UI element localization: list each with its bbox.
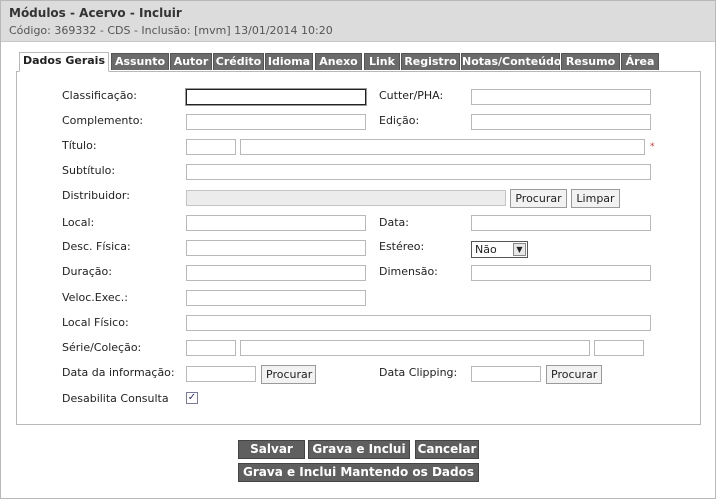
cutter-label: Cutter/PHA: — [379, 89, 444, 102]
complemento-input[interactable] — [186, 114, 366, 130]
tab-anexo[interactable]: Anexo — [315, 53, 362, 70]
titulo-label: Título: — [62, 139, 97, 152]
serie-prefix-input[interactable] — [186, 340, 236, 356]
tab-idioma[interactable]: Idioma — [265, 53, 313, 70]
local-fisico-label: Local Físico: — [62, 316, 129, 329]
desabilita-label: Desabilita Consulta — [62, 392, 169, 405]
distribuidor-limpar-button[interactable]: Limpar — [571, 189, 620, 208]
data-clipping-input[interactable] — [471, 366, 541, 382]
record-info: Código: 369332 - CDS - Inclusão: [mvm] 1… — [9, 24, 333, 37]
data-clipping-label: Data Clipping: — [379, 366, 458, 379]
salvar-button[interactable]: Salvar — [238, 440, 305, 459]
veloc-input[interactable] — [186, 290, 366, 306]
serie-input[interactable] — [240, 340, 590, 356]
data-info-label: Data da informação: — [62, 366, 175, 379]
tab-resumo[interactable]: Resumo — [561, 53, 620, 70]
local-label: Local: — [62, 216, 95, 229]
veloc-label: Veloc.Exec.: — [62, 291, 128, 304]
data-clipping-procurar-button[interactable]: Procurar — [546, 365, 602, 384]
tab-registro[interactable]: Registro — [401, 53, 460, 70]
cancelar-button[interactable]: Cancelar — [415, 440, 479, 459]
cutter-input[interactable] — [471, 89, 651, 105]
tab-autor[interactable]: Autor — [170, 53, 212, 70]
tab-area[interactable]: Área — [621, 53, 659, 70]
tab-dados-gerais[interactable]: Dados Gerais — [19, 52, 109, 72]
data-info-procurar-button[interactable]: Procurar — [261, 365, 316, 384]
window-frame: Módulos - Acervo - Incluir Código: 36933… — [0, 0, 716, 499]
desc-fisica-label: Desc. Física: — [62, 240, 131, 253]
grava-inclui-button[interactable]: Grava e Inclui — [308, 440, 410, 459]
tab-notas-conteudo[interactable]: Notas/Conteúdo — [461, 53, 561, 70]
distribuidor-procurar-button[interactable]: Procurar — [510, 189, 567, 208]
subtitulo-label: Subtítulo: — [62, 164, 116, 177]
tab-assunto[interactable]: Assunto — [111, 53, 169, 70]
estereo-value: Não — [475, 243, 497, 256]
edicao-input[interactable] — [471, 114, 651, 130]
edicao-label: Edição: — [379, 114, 420, 127]
desabilita-checkbox[interactable]: ✓ — [186, 392, 198, 404]
tab-credito[interactable]: Crédito — [213, 53, 264, 70]
duracao-input[interactable] — [186, 265, 366, 281]
tab-link[interactable]: Link — [364, 53, 400, 70]
estereo-select[interactable]: Não ▼ — [471, 241, 528, 258]
chevron-down-icon: ▼ — [513, 243, 526, 256]
grava-inclui-mantendo-button[interactable]: Grava e Inclui Mantendo os Dados — [238, 463, 479, 482]
subtitulo-input[interactable] — [186, 164, 651, 180]
required-mark: * — [650, 142, 655, 152]
complemento-label: Complemento: — [62, 114, 144, 127]
data-label: Data: — [379, 216, 409, 229]
local-input[interactable] — [186, 215, 366, 231]
local-fisico-input[interactable] — [186, 315, 651, 331]
dimensao-label: Dimensão: — [379, 265, 438, 278]
page-title: Módulos - Acervo - Incluir — [9, 6, 182, 20]
data-input[interactable] — [471, 215, 651, 231]
desc-fisica-input[interactable] — [186, 240, 366, 256]
duracao-label: Duração: — [62, 265, 112, 278]
serie-number-input[interactable] — [594, 340, 644, 356]
titulo-article-input[interactable] — [186, 139, 236, 155]
distribuidor-input — [186, 190, 506, 206]
distribuidor-label: Distribuidor: — [62, 189, 130, 202]
titulo-input[interactable] — [240, 139, 645, 155]
serie-label: Série/Coleção: — [62, 341, 142, 354]
classificacao-label: Classificação: — [62, 89, 137, 102]
form-panel: Classificação: Cutter/PHA: Complemento: … — [16, 71, 701, 425]
data-info-input[interactable] — [186, 366, 256, 382]
page-header: Módulos - Acervo - Incluir Código: 36933… — [1, 1, 715, 42]
dimensao-input[interactable] — [471, 265, 651, 281]
classificacao-input[interactable] — [185, 88, 367, 106]
estereo-label: Estéreo: — [379, 240, 425, 253]
